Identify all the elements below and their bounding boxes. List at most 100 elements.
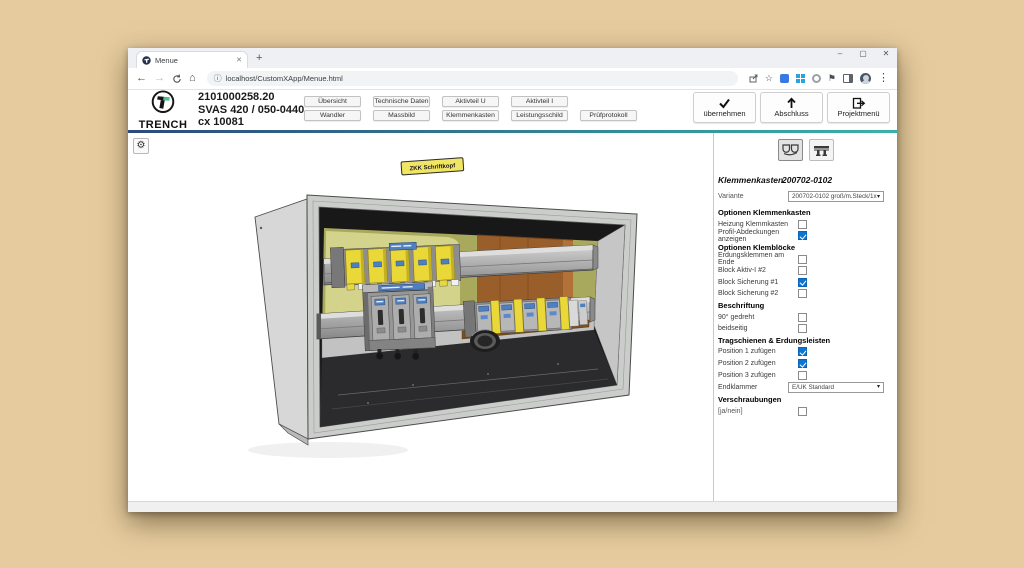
- checkbox[interactable]: [798, 277, 807, 287]
- forward-icon[interactable]: →: [154, 73, 165, 84]
- checkbox[interactable]: [798, 231, 807, 241]
- nav-aktivteil-u-button[interactable]: Aktivteil U: [442, 96, 499, 107]
- panel-title: Klemmenkasten 200702-0102: [714, 175, 897, 185]
- nav-technische-daten-button[interactable]: Technische Daten: [373, 96, 430, 107]
- checkbox[interactable]: [798, 254, 807, 264]
- top-row-name-label: [388, 241, 417, 251]
- tab-title: Menue: [155, 55, 178, 65]
- check-icon: [719, 98, 730, 109]
- profile-avatar[interactable]: [860, 73, 871, 84]
- option-row: Block Aktiv-I #2: [714, 265, 897, 277]
- nav-klemmenkasten-button[interactable]: Klemmenkasten: [442, 110, 499, 121]
- site-info-icon[interactable]: ⓘ: [214, 74, 222, 83]
- product-cx: cx 10081: [198, 116, 244, 128]
- bookmark-star-icon[interactable]: ☆: [765, 74, 773, 83]
- app-header: TRENCH Sense the Power 2101000258.20 SVA…: [128, 90, 897, 135]
- options-section-header: Tragschienen & Erdungsleisten: [718, 335, 831, 345]
- window-controls: – ▢ ✕: [833, 49, 893, 58]
- project-menu-icon: [852, 97, 865, 109]
- options-section-header: Beschriftung: [718, 301, 765, 311]
- option-row: Profil-Abdeckungen anzeigen: [714, 229, 897, 243]
- checkbox[interactable]: [798, 219, 807, 229]
- yellow-terminals: [345, 245, 456, 285]
- extension-flag-icon[interactable]: ⚑: [828, 74, 836, 83]
- checkbox[interactable]: [798, 359, 807, 369]
- desktop-background: Menue ✕ + – ▢ ✕ ← → ⌂ ⓘ localhost/Custom…: [0, 0, 1024, 568]
- view-terminalbox-button[interactable]: [777, 139, 803, 161]
- options-panel: Klemmenkasten 200702-0102 Variante 20070…: [713, 133, 897, 501]
- extension-grid-icon[interactable]: [795, 74, 805, 83]
- option-row: 90° gedreht: [714, 311, 897, 323]
- box-shadow: [248, 442, 408, 458]
- view-rail-button[interactable]: [808, 139, 834, 161]
- refresh-icon[interactable]: [172, 74, 182, 84]
- sidebar-icon[interactable]: [843, 74, 853, 83]
- extension-circle-icon[interactable]: [811, 74, 821, 83]
- browser-window: Menue ✕ + – ▢ ✕ ← → ⌂ ⓘ localhost/Custom…: [128, 48, 897, 512]
- 3d-viewer[interactable]: ⚙ ZKK Schriftkopf: [128, 133, 713, 501]
- checkbox[interactable]: [798, 370, 807, 380]
- tab-strip: Menue ✕ + – ▢ ✕: [128, 48, 897, 68]
- nav-uebersicht-button[interactable]: Übersicht: [304, 96, 361, 107]
- endklammer-select[interactable]: E/UK Standard ▾: [788, 381, 884, 393]
- maximize-button[interactable]: ▢: [856, 49, 870, 58]
- url-text[interactable]: localhost/CustomXApp/Menue.html: [226, 74, 343, 83]
- checkbox[interactable]: [798, 289, 807, 299]
- nav-leistungsschild-button[interactable]: Leistungsschild: [511, 110, 568, 121]
- window-bottom-strip: [128, 501, 897, 512]
- projektmenu-button[interactable]: Projektmenü: [827, 92, 890, 123]
- tab-favicon-icon: [142, 55, 151, 65]
- option-row: Position 3 zufügen: [714, 369, 897, 381]
- tab-close-icon[interactable]: ✕: [236, 56, 242, 64]
- checkbox[interactable]: [798, 406, 807, 416]
- nav-aktivteil-i-button[interactable]: Aktivteil I: [511, 96, 568, 107]
- checkbox[interactable]: [798, 312, 807, 322]
- terminal-box-view-icon: [781, 143, 799, 155]
- variante-select[interactable]: 200702-0102 groß/m.Steck/1xIP54 ▾: [788, 191, 884, 202]
- option-row: beidseitig: [714, 323, 897, 335]
- view-toggle-buttons: [714, 139, 897, 161]
- option-row: Position 2 zufügen: [714, 358, 897, 370]
- abschluss-button[interactable]: Abschluss: [760, 92, 823, 123]
- minimize-button[interactable]: –: [833, 49, 847, 58]
- nav-massbild-button[interactable]: Massbild: [373, 110, 430, 121]
- nav-wandler-button[interactable]: Wandler: [304, 110, 361, 121]
- settings-gear-button[interactable]: ⚙: [133, 138, 149, 154]
- main-content: ⚙ ZKK Schriftkopf Klemmenkasten 200702-0…: [128, 133, 897, 501]
- new-tab-button[interactable]: +: [256, 52, 262, 65]
- terminal-box-3d-scene[interactable]: ZKK Schriftkopf: [128, 133, 713, 501]
- option-row: Block Sicherung #1: [714, 277, 897, 289]
- header-actions: übernehmen Abschluss Projektmenü: [693, 92, 890, 123]
- checkbox[interactable]: [798, 347, 807, 357]
- chevron-down-icon: ▾: [876, 193, 880, 200]
- option-row: Block Sicherung #2: [714, 288, 897, 300]
- option-row: [ja/nein]: [714, 406, 897, 418]
- variante-row: Variante 200702-0102 groß/m.Steck/1xIP54…: [714, 191, 897, 202]
- panel-title-label: Klemmenkasten: [718, 175, 784, 185]
- share-icon[interactable]: [749, 74, 758, 83]
- trench-logo-icon: [151, 90, 175, 114]
- rail-view-icon: [813, 145, 829, 156]
- product-type: SVAS 420 / 050-0440: [198, 103, 305, 116]
- options-list: Optionen Klemmenkasten Heizung Klemmkast…: [714, 207, 897, 417]
- arrow-up-icon: [787, 97, 796, 108]
- zkk-label-tag[interactable]: ZKK Schriftkopf: [400, 157, 465, 176]
- checkbox[interactable]: [798, 324, 807, 334]
- address-bar[interactable]: ⓘ localhost/CustomXApp/Menue.html: [206, 71, 738, 86]
- browser-toolbar: ← → ⌂ ⓘ localhost/CustomXApp/Menue.html …: [128, 68, 897, 90]
- close-button[interactable]: ✕: [879, 49, 893, 58]
- panel-part-number: 200702-0102: [782, 175, 833, 185]
- section-nav: Übersicht Technische Daten Aktivteil U A…: [304, 96, 637, 124]
- uebernehmen-button[interactable]: übernehmen: [693, 92, 756, 123]
- product-identifier: 2101000258.20 SVAS 420 / 050-0440 cx 100…: [198, 91, 304, 129]
- options-section-header: Optionen Klemmenkasten: [718, 208, 811, 218]
- home-icon[interactable]: ⌂: [189, 73, 196, 84]
- nav-pruefprotokoll-button[interactable]: Prüfprotokoll: [580, 110, 637, 121]
- menu-dots-icon[interactable]: ⋮: [878, 73, 889, 84]
- checkbox[interactable]: [798, 266, 807, 276]
- option-row: Position 1 zufügen: [714, 346, 897, 358]
- browser-tab[interactable]: Menue ✕: [136, 51, 248, 68]
- extension-blue-icon[interactable]: [779, 74, 789, 83]
- option-row: Erdungsklemmen am Ende: [714, 252, 897, 266]
- back-icon[interactable]: ←: [136, 73, 147, 84]
